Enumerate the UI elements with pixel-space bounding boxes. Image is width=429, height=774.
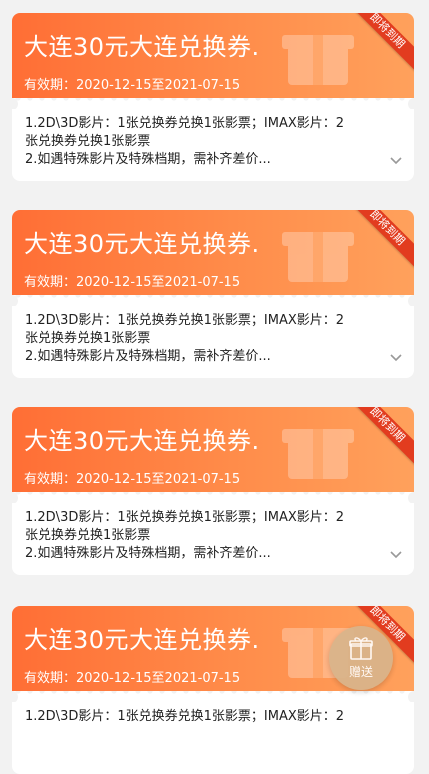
gift-decoration-icon [282,232,354,282]
coupon-header: 大连30元大连兑换券. 有效期：2020-12-15至2021-07-15 即将… [12,210,414,301]
description-line: 2.如遇特殊影片及特殊档期，需补齐差价... [25,546,271,561]
description-line: 2.如遇特殊影片及特殊档期，需补齐差价... [25,152,271,167]
coupon-validity: 有效期：2020-12-15至2021-07-15 [24,78,241,93]
description-line: 张兑换券兑换1张影票 [25,134,151,149]
coupon-description-area[interactable]: 1.2D\3D影片：1张兑换券兑换1张影票；IMAX影片：2 张兑换券兑换1张影… [12,503,414,575]
chevron-down-icon[interactable] [390,157,402,165]
coupon-validity: 有效期：2020-12-15至2021-07-15 [24,472,241,487]
description-line: 1.2D\3D影片：1张兑换券兑换1张影票；IMAX影片：2 [25,709,345,724]
coupon-validity: 有效期：2020-12-15至2021-07-15 [24,671,241,686]
description-line: 1.2D\3D影片：1张兑换券兑换1张影票；IMAX影片：2 [25,313,345,328]
description-line: 张兑换券兑换1张影票 [25,528,151,543]
coupon-header: 大连30元大连兑换券. 有效期：2020-12-15至2021-07-15 即将… [12,13,414,104]
coupon-header: 大连30元大连兑换券. 有效期：2020-12-15至2021-07-15 即将… [12,407,414,498]
description-line: 1.2D\3D影片：1张兑换券兑换1张影票；IMAX影片：2 [25,510,345,525]
chevron-down-icon[interactable] [390,354,402,362]
coupon-title: 大连30元大连兑换券. [24,33,260,61]
chevron-down-icon[interactable] [390,551,402,559]
coupon-validity: 有效期：2020-12-15至2021-07-15 [24,275,241,290]
coupon-list: 大连30元大连兑换券. 有效期：2020-12-15至2021-07-15 即将… [0,0,429,774]
gift-button[interactable]: 赠送 [329,626,393,690]
coupon-card[interactable]: 大连30元大连兑换券. 有效期：2020-12-15至2021-07-15 即将… [12,407,414,575]
coupon-description: 1.2D\3D影片：1张兑换券兑换1张影票；IMAX影片：2 张兑换券兑换1张影… [25,509,387,563]
description-line: 2.如遇特殊影片及特殊档期，需补齐差价... [25,349,271,364]
coupon-description: 1.2D\3D影片：1张兑换券兑换1张影票；IMAX影片：2 [25,708,387,726]
coupon-description-area[interactable]: 1.2D\3D影片：1张兑换券兑换1张影票；IMAX影片：2 张兑换券兑换1张影… [12,306,414,378]
coupon-card[interactable]: 大连30元大连兑换券. 有效期：2020-12-15至2021-07-15 即将… [12,13,414,181]
coupon-description-area[interactable]: 1.2D\3D影片：1张兑换券兑换1张影票；IMAX影片：2 张兑换券兑换1张影… [12,109,414,181]
coupon-title: 大连30元大连兑换券. [24,427,260,455]
description-line: 张兑换券兑换1张影票 [25,331,151,346]
gift-decoration-icon [282,35,354,85]
coupon-card[interactable]: 大连30元大连兑换券. 有效期：2020-12-15至2021-07-15 即将… [12,210,414,378]
coupon-title: 大连30元大连兑换券. [24,626,260,654]
coupon-title: 大连30元大连兑换券. [24,230,260,258]
coupon-description: 1.2D\3D影片：1张兑换券兑换1张影票；IMAX影片：2 张兑换券兑换1张影… [25,115,387,169]
coupon-description-area[interactable]: 1.2D\3D影片：1张兑换券兑换1张影票；IMAX影片：2 [12,702,414,774]
gift-icon [349,637,373,660]
description-line: 1.2D\3D影片：1张兑换券兑换1张影票；IMAX影片：2 [25,116,345,131]
coupon-description: 1.2D\3D影片：1张兑换券兑换1张影票；IMAX影片：2 张兑换券兑换1张影… [25,312,387,366]
gift-button-label: 赠送 [348,665,373,679]
gift-decoration-icon [282,429,354,479]
